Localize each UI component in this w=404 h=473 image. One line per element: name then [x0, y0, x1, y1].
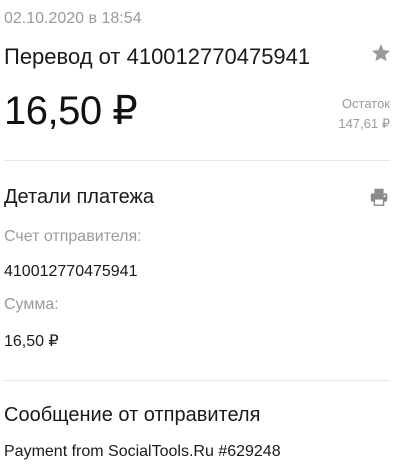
sender-account-label: Счет отправителя: — [4, 228, 142, 245]
message-text: Payment from SocialTools.Ru #629248 — [4, 443, 281, 460]
divider — [4, 160, 390, 161]
transaction-title: Перевод от 410012770475941 — [4, 44, 311, 69]
divider — [4, 380, 390, 381]
star-icon[interactable] — [370, 42, 392, 64]
message-heading: Сообщение от отправителя — [4, 404, 261, 426]
sum-value: 16,50 ₽ — [4, 333, 59, 350]
transaction-amount: 16,50 ₽ — [4, 89, 138, 133]
details-heading: Детали платежа — [4, 186, 154, 208]
balance-label: Остаток — [341, 96, 390, 111]
sender-account-value: 410012770475941 — [4, 263, 138, 280]
balance-value: 147,61 ₽ — [338, 116, 390, 131]
sum-label: Сумма: — [4, 296, 59, 313]
printer-icon[interactable] — [368, 186, 390, 208]
transaction-date: 02.10.2020 в 18:54 — [4, 10, 142, 27]
